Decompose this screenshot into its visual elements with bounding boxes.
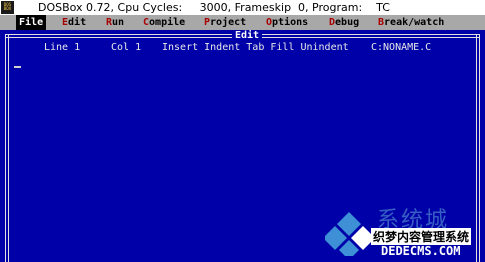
menu-edit[interactable]: Edit bbox=[62, 15, 86, 30]
line-indicator: Line 1 bbox=[44, 42, 81, 53]
watermark-cms-text: 织梦内容管理系统 bbox=[371, 228, 472, 245]
column-indicator: Col 1 bbox=[111, 42, 142, 53]
menu-project-label: roject bbox=[210, 17, 247, 28]
menu-bar: File Edit Run Compile Project Options De… bbox=[0, 15, 485, 30]
menu-run-label: un bbox=[112, 17, 125, 28]
dosbox-app-icon[interactable]: DOS BOX bbox=[1, 1, 14, 14]
menu-edit-label: dit bbox=[68, 17, 87, 28]
menu-break-watch-label: reak/watch bbox=[384, 17, 445, 28]
menu-debug[interactable]: Debug bbox=[329, 15, 359, 30]
menu-compile-label: ompile bbox=[149, 17, 186, 28]
text-cursor bbox=[14, 66, 21, 68]
menu-file-label: ile bbox=[25, 17, 44, 28]
menu-debug-label: ebug bbox=[335, 17, 360, 28]
menu-project[interactable]: Project bbox=[204, 15, 246, 30]
menu-file[interactable]: File bbox=[16, 15, 47, 30]
windows-logo-icon bbox=[325, 212, 373, 256]
editor-modes: Insert Indent Tab Fill Unindent bbox=[162, 42, 349, 53]
edit-window-left-border bbox=[5, 34, 9, 262]
edit-window-title: Edit bbox=[232, 30, 263, 41]
file-name: C:NONAME.C bbox=[371, 42, 432, 53]
menu-options-label: ptions bbox=[272, 17, 309, 28]
menu-run[interactable]: Run bbox=[106, 15, 124, 30]
menu-options[interactable]: Options bbox=[266, 15, 308, 30]
menu-compile[interactable]: Compile bbox=[143, 15, 185, 30]
watermark-domain: DEDECMS.COM bbox=[381, 244, 461, 258]
window-titlebar: DOS BOX DOSBox 0.72, Cpu Cycles: 3000, F… bbox=[0, 0, 485, 15]
editor-status-line: Line 1 Col 1 Insert Indent Tab Fill Unin… bbox=[0, 42, 485, 54]
window-title: DOSBox 0.72, Cpu Cycles: 3000, Frameskip… bbox=[38, 1, 390, 14]
menu-break-watch[interactable]: Break/watch bbox=[378, 15, 444, 30]
watermark: 系统城 织梦内容管理系统 DEDECMS.COM bbox=[325, 202, 485, 262]
